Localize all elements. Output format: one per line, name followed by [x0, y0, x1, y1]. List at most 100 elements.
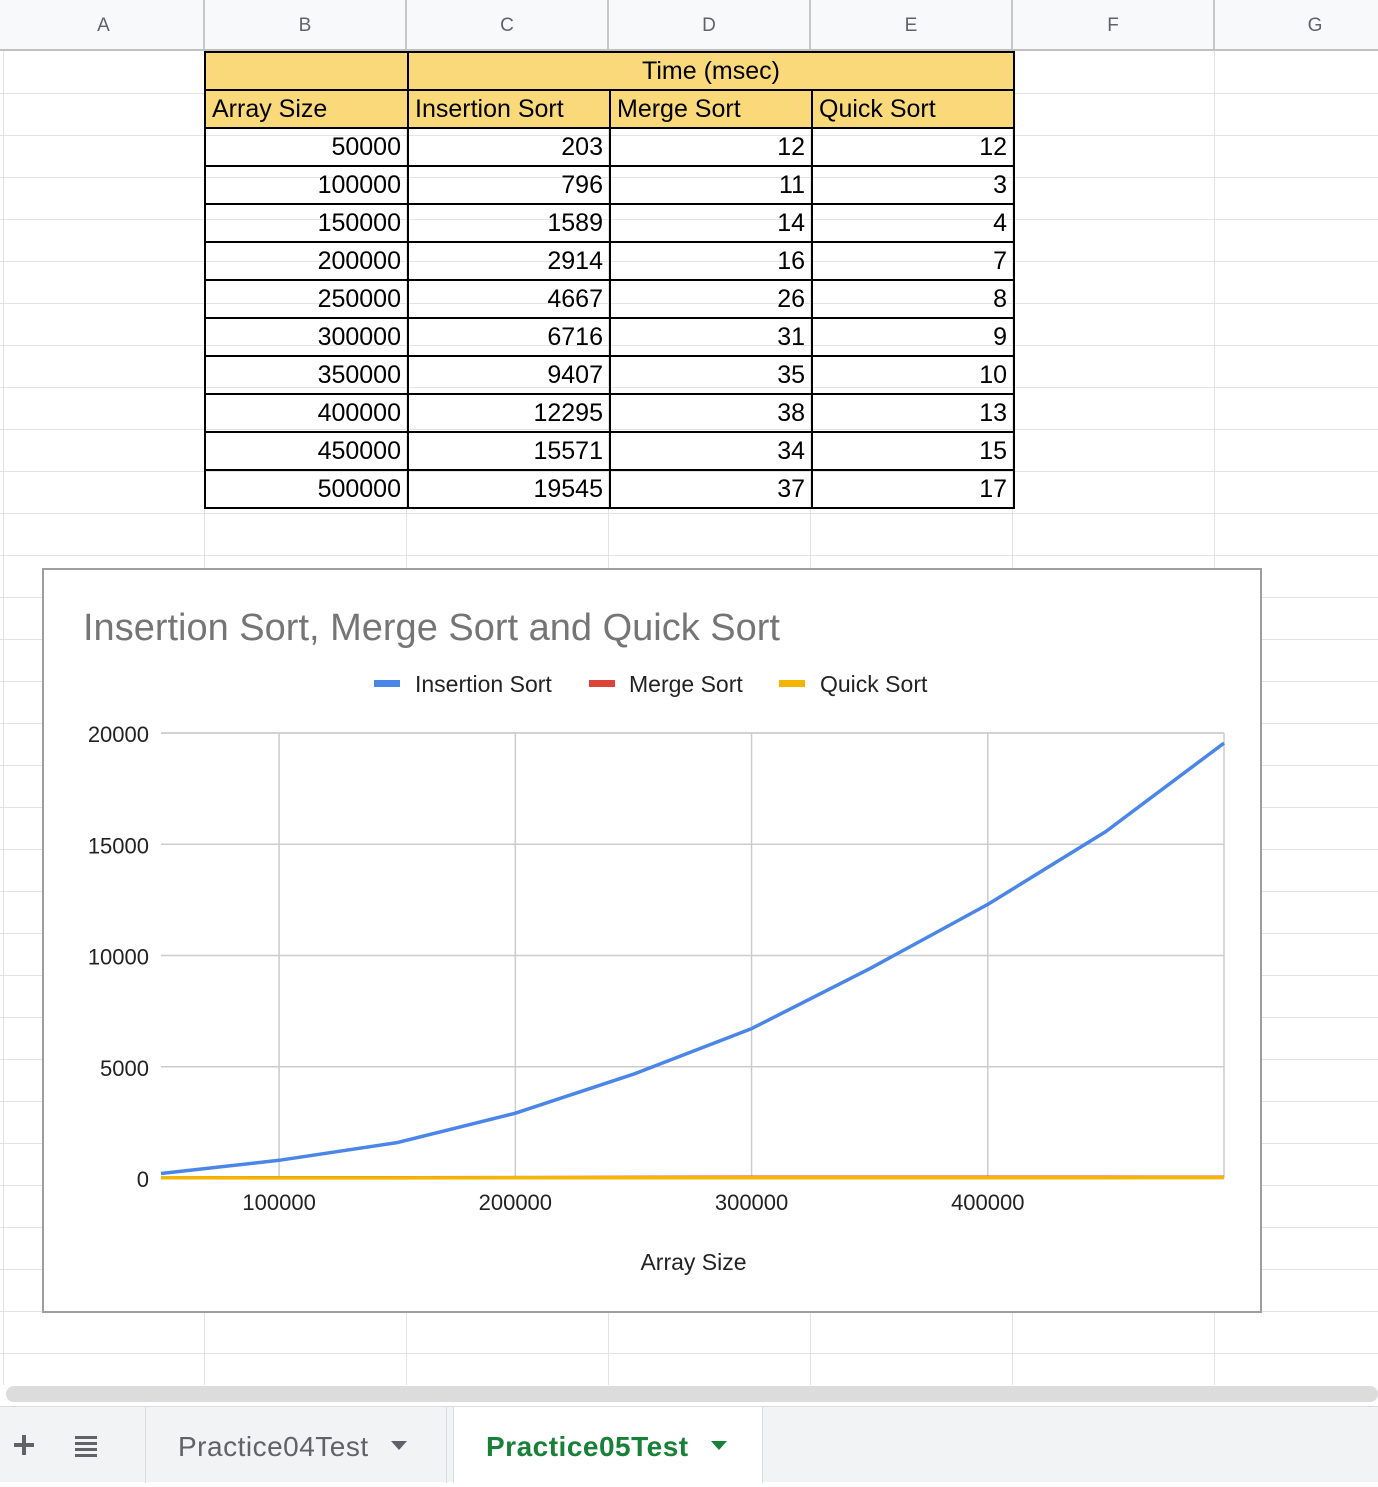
- column-gridline: [3, 51, 4, 1385]
- legend-label-0: Insertion Sort: [415, 671, 552, 697]
- column-title[interactable]: Merge Sort: [610, 90, 812, 128]
- table-cell[interactable]: 450000: [205, 432, 408, 470]
- column-header-e[interactable]: E: [811, 0, 1013, 49]
- x-axis-label: Array Size: [640, 1249, 746, 1275]
- table-cell[interactable]: 15571: [408, 432, 610, 470]
- column-header-a[interactable]: A: [4, 0, 205, 49]
- table-cell[interactable]: 350000: [205, 356, 408, 394]
- table-cell[interactable]: 500000: [205, 470, 408, 508]
- table-cell[interactable]: 31: [610, 318, 812, 356]
- table-cell[interactable]: 6716: [408, 318, 610, 356]
- legend-swatch-1: [589, 680, 615, 687]
- legend-swatch-2: [779, 680, 805, 687]
- table-row: 35000094073510: [205, 356, 1014, 394]
- sheet-tab-label: Practice05Test: [486, 1431, 689, 1462]
- horizontal-scrollbar[interactable]: [6, 1386, 1378, 1402]
- y-tick-label: 20000: [88, 722, 149, 747]
- table-row: 400000122953813: [205, 394, 1014, 432]
- table-cell[interactable]: 796: [408, 166, 610, 204]
- column-header-b[interactable]: B: [205, 0, 407, 49]
- chevron-down-icon[interactable]: [711, 1441, 727, 1450]
- table-cell[interactable]: 3: [812, 166, 1014, 204]
- table-cell[interactable]: 10: [812, 356, 1014, 394]
- table-row: 500000195453717: [205, 470, 1014, 508]
- time-group-header[interactable]: Time (msec): [408, 52, 1014, 90]
- column-title[interactable]: Insertion Sort: [408, 90, 610, 128]
- x-tick-label: 300000: [715, 1190, 788, 1215]
- sheet-tab-bar: Practice04Test Practice05Test: [0, 1406, 1378, 1482]
- table-cell[interactable]: 26: [610, 280, 812, 318]
- table-cell[interactable]: 12: [812, 128, 1014, 166]
- chart-title: Insertion Sort, Merge Sort and Quick Sor…: [83, 607, 780, 649]
- table-cell[interactable]: 203: [408, 128, 610, 166]
- table-cell[interactable]: 2914: [408, 242, 610, 280]
- table-cell[interactable]: 400000: [205, 394, 408, 432]
- table-cell[interactable]: 100000: [205, 166, 408, 204]
- sheet-tab-label: Practice04Test: [178, 1431, 369, 1462]
- table-row: 1500001589144: [205, 204, 1014, 242]
- all-sheets-icon[interactable]: [66, 1425, 106, 1465]
- row-gridline: [0, 555, 1378, 556]
- table-cell[interactable]: 13: [812, 394, 1014, 432]
- table-cell[interactable]: 19545: [408, 470, 610, 508]
- table-cell[interactable]: 12: [610, 128, 812, 166]
- sheet-tab-practice04test[interactable]: Practice04Test: [145, 1407, 447, 1483]
- y-tick-label: 5000: [100, 1056, 149, 1081]
- table-cell[interactable]: 7: [812, 242, 1014, 280]
- x-tick-label: 100000: [242, 1190, 315, 1215]
- table-cell[interactable]: 34: [610, 432, 812, 470]
- table-cell[interactable]: 50000: [205, 128, 408, 166]
- table-cell[interactable]: 150000: [205, 204, 408, 242]
- x-tick-label: 200000: [479, 1190, 552, 1215]
- table-cell[interactable]: 4667: [408, 280, 610, 318]
- legend-label-2: Quick Sort: [820, 671, 928, 697]
- table-cell[interactable]: 17: [812, 470, 1014, 508]
- row-gridline: [0, 1353, 1378, 1354]
- table-cell[interactable]: 300000: [205, 318, 408, 356]
- y-tick-label: 15000: [88, 833, 149, 858]
- plus-icon[interactable]: [4, 1425, 44, 1465]
- table-cell[interactable]: 16: [610, 242, 812, 280]
- legend-swatch-0: [374, 680, 400, 687]
- table-header-row-group: Time (msec): [205, 52, 1014, 90]
- table-cell[interactable]: 8: [812, 280, 1014, 318]
- table-cell[interactable]: 11: [610, 166, 812, 204]
- spreadsheet-grid[interactable]: ABCDEFG Time (msec)Array SizeInsertion S…: [0, 0, 1378, 1385]
- table-cell[interactable]: 4: [812, 204, 1014, 242]
- table-cell[interactable]: 9407: [408, 356, 610, 394]
- chevron-down-icon[interactable]: [391, 1441, 407, 1450]
- table-cell[interactable]: 1589: [408, 204, 610, 242]
- column-header-d[interactable]: D: [609, 0, 811, 49]
- column-header-g[interactable]: G: [1215, 0, 1378, 49]
- table-row: 500002031212: [205, 128, 1014, 166]
- table-cell[interactable]: 12295: [408, 394, 610, 432]
- x-tick-label: 400000: [951, 1190, 1024, 1215]
- table-row: 100000796113: [205, 166, 1014, 204]
- row-gridline: [0, 513, 1378, 514]
- data-table: Time (msec)Array SizeInsertion SortMerge…: [204, 51, 1015, 509]
- table-header-row: Array SizeInsertion SortMerge SortQuick …: [205, 90, 1014, 128]
- column-header-f[interactable]: F: [1013, 0, 1215, 49]
- table-cell[interactable]: 15: [812, 432, 1014, 470]
- column-headers: ABCDEFG: [0, 0, 1378, 51]
- table-cell-empty[interactable]: [205, 52, 408, 90]
- table-row: 2000002914167: [205, 242, 1014, 280]
- series-line-insertion-sort: [161, 743, 1224, 1173]
- column-title[interactable]: Quick Sort: [812, 90, 1014, 128]
- table-cell[interactable]: 9: [812, 318, 1014, 356]
- table-cell[interactable]: 14: [610, 204, 812, 242]
- column-title[interactable]: Array Size: [205, 90, 408, 128]
- table-cell[interactable]: 38: [610, 394, 812, 432]
- table-cell[interactable]: 200000: [205, 242, 408, 280]
- y-tick-label: 10000: [88, 945, 149, 970]
- table-row: 3000006716319: [205, 318, 1014, 356]
- table-cell[interactable]: 37: [610, 470, 812, 508]
- chart-canvas: Insertion Sort, Merge Sort and Quick Sor…: [44, 570, 1260, 1311]
- table-cell[interactable]: 250000: [205, 280, 408, 318]
- sheet-tab-practice05test[interactable]: Practice05Test: [453, 1407, 763, 1483]
- column-header-c[interactable]: C: [407, 0, 609, 49]
- table-row: 2500004667268: [205, 280, 1014, 318]
- line-chart[interactable]: Insertion Sort, Merge Sort and Quick Sor…: [42, 568, 1262, 1313]
- table-cell[interactable]: 35: [610, 356, 812, 394]
- table-row: 450000155713415: [205, 432, 1014, 470]
